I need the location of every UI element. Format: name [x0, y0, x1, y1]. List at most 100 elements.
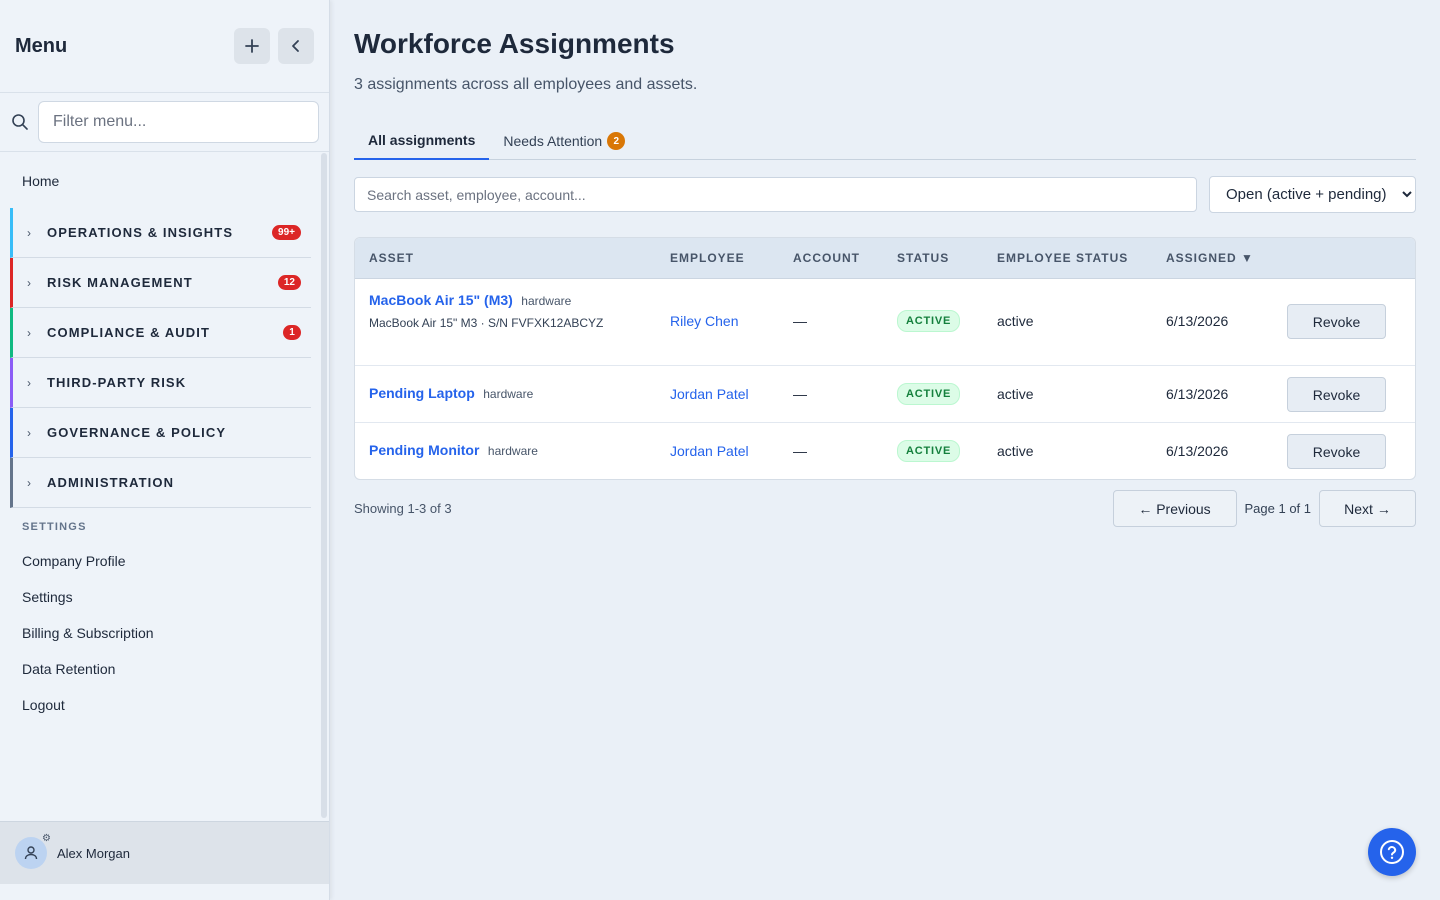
tab-bar: All assignments Needs Attention 2 — [354, 122, 1416, 160]
sidebar-group-label: ADMINISTRATION — [47, 475, 175, 490]
revoke-button[interactable]: Revoke — [1287, 434, 1386, 469]
plus-icon — [245, 39, 259, 53]
column-header-assigned[interactable]: ASSIGNED ▼ — [1166, 251, 1254, 265]
next-page-button[interactable]: Next → — [1319, 490, 1416, 527]
tab-needs-attention[interactable]: Needs Attention 2 — [489, 122, 639, 160]
help-icon — [1380, 840, 1404, 864]
page-subtitle: 3 assignments across all employees and a… — [354, 76, 698, 93]
asset-type: hardware — [487, 444, 538, 458]
chevron-right-icon: › — [27, 275, 31, 290]
status-badge: ACTIVE — [897, 310, 961, 332]
search-icon — [10, 112, 30, 132]
column-header-asset[interactable]: ASSET — [369, 251, 414, 265]
column-header-status[interactable]: STATUS — [897, 251, 949, 265]
chevron-right-icon: › — [27, 425, 31, 440]
assigned-date-cell: 6/13/2026 — [1166, 386, 1229, 402]
employee-link[interactable]: Jordan Patel — [670, 443, 749, 459]
column-header-account[interactable]: ACCOUNT — [793, 251, 860, 265]
filter-menu-input[interactable] — [38, 101, 319, 143]
sidebar-title: Menu — [15, 34, 68, 57]
asset-cell: MacBook Air 15" (M3) hardware MacBook Ai… — [369, 292, 603, 330]
count-badge: 1 — [283, 325, 301, 340]
asset-link[interactable]: Pending Laptop — [369, 385, 475, 401]
pagination: ← Previous Page 1 of 1 Next → — [1112, 490, 1416, 527]
count-badge: 12 — [277, 275, 301, 290]
employee-status-cell: active — [997, 313, 1034, 329]
assignments-table: ASSET EMPLOYEE ACCOUNT STATUS EMPLOYEE S… — [354, 237, 1416, 480]
revoke-button[interactable]: Revoke — [1287, 377, 1386, 412]
column-header-employee-status[interactable]: EMPLOYEE STATUS — [997, 251, 1128, 265]
sidebar-group-label: COMPLIANCE & AUDIT — [47, 325, 211, 340]
employee-status-cell: active — [997, 443, 1034, 459]
chevron-right-icon: › — [27, 225, 31, 240]
sidebar-menu: Home › OPERATIONS & INSIGHTS 99+ › RISK … — [0, 153, 329, 820]
account-cell: — — [793, 386, 807, 402]
help-button[interactable] — [1368, 828, 1416, 876]
assigned-date-cell: 6/13/2026 — [1166, 313, 1229, 329]
asset-link[interactable]: Pending Monitor — [369, 442, 479, 458]
table-row: Pending Laptop hardware Jordan Patel — A… — [355, 366, 1415, 423]
status-badge: ACTIVE — [897, 383, 961, 405]
chevron-right-icon: › — [27, 375, 31, 390]
employee-status-cell: active — [997, 386, 1034, 402]
previous-page-button[interactable]: ← Previous — [1112, 490, 1237, 527]
chevron-left-icon — [292, 40, 299, 52]
attention-count-badge: 2 — [607, 132, 626, 150]
collapse-sidebar-button[interactable] — [278, 28, 314, 64]
user-name: Alex Morgan — [57, 845, 130, 861]
table-row: MacBook Air 15" (M3) hardware MacBook Ai… — [355, 279, 1415, 366]
sidebar-item-company-profile[interactable]: Company Profile — [0, 543, 329, 579]
employee-link[interactable]: Jordan Patel — [670, 386, 749, 402]
pagination-summary: Showing 1-3 of 3 — [354, 501, 452, 516]
page-title: Workforce Assignments — [354, 28, 675, 59]
assigned-date-cell: 6/13/2026 — [1166, 443, 1229, 459]
chevron-right-icon: › — [27, 475, 31, 490]
asset-type: hardware — [521, 294, 572, 308]
sidebar-group-risk-management[interactable]: › RISK MANAGEMENT 12 — [10, 258, 311, 308]
account-cell: — — [793, 313, 807, 329]
tab-label: All assignments — [368, 132, 476, 148]
sidebar-group-label: RISK MANAGEMENT — [47, 275, 193, 290]
page-info: Page 1 of 1 — [1244, 501, 1312, 516]
user-profile[interactable]: ⚙ Alex Morgan — [0, 821, 329, 884]
sidebar-group-label: GOVERNANCE & POLICY — [47, 425, 227, 440]
chevron-right-icon: › — [27, 325, 31, 340]
sidebar-group-governance-policy[interactable]: › GOVERNANCE & POLICY — [10, 408, 311, 458]
asset-detail: MacBook Air 15" M3 · S/N FVFXK12ABCYZ — [369, 316, 604, 330]
table-row: Pending Monitor hardware Jordan Patel — … — [355, 423, 1415, 479]
table-header: ASSET EMPLOYEE ACCOUNT STATUS EMPLOYEE S… — [355, 238, 1415, 279]
search-input[interactable] — [354, 177, 1197, 212]
sidebar-group-administration[interactable]: › ADMINISTRATION — [10, 458, 311, 508]
column-header-employee[interactable]: EMPLOYEE — [670, 251, 745, 265]
sidebar-item-billing[interactable]: Billing & Subscription — [0, 615, 329, 651]
asset-link[interactable]: MacBook Air 15" (M3) — [369, 292, 513, 308]
tab-label: Needs Attention — [503, 133, 603, 149]
sidebar-header: Menu — [0, 0, 329, 93]
sidebar-group-label: THIRD-PARTY RISK — [47, 375, 187, 390]
asset-type: hardware — [483, 387, 534, 401]
asset-cell: Pending Laptop hardware — [369, 385, 533, 403]
revoke-button[interactable]: Revoke — [1287, 304, 1386, 339]
status-badge: ACTIVE — [897, 440, 961, 462]
asset-cell: Pending Monitor hardware — [369, 442, 538, 460]
sidebar-item-settings[interactable]: Settings — [0, 579, 329, 615]
sidebar-group-compliance-audit[interactable]: › COMPLIANCE & AUDIT 1 — [10, 308, 311, 358]
sidebar: Menu Home › OPERATIONS & INSIGHTS 99+ › … — [0, 0, 330, 900]
status-filter-select[interactable]: Open (active + pending) — [1209, 176, 1416, 213]
gear-icon: ⚙ — [42, 833, 51, 844]
account-cell: — — [793, 443, 807, 459]
add-button[interactable] — [234, 28, 270, 64]
tab-all-assignments[interactable]: All assignments — [354, 122, 490, 160]
sidebar-item-home[interactable]: Home — [0, 153, 329, 208]
sidebar-group-label: OPERATIONS & INSIGHTS — [47, 225, 234, 240]
sidebar-group-third-party-risk[interactable]: › THIRD-PARTY RISK — [10, 358, 311, 408]
settings-section-heading: SETTINGS — [22, 521, 87, 533]
sidebar-filter — [0, 93, 329, 152]
sidebar-item-logout[interactable]: Logout — [0, 687, 329, 723]
sidebar-group-operations-insights[interactable]: › OPERATIONS & INSIGHTS 99+ — [10, 208, 311, 258]
count-badge: 99+ — [272, 225, 301, 240]
avatar: ⚙ — [15, 833, 51, 869]
user-icon — [24, 846, 38, 860]
sidebar-item-data-retention[interactable]: Data Retention — [0, 651, 329, 687]
employee-link[interactable]: Riley Chen — [670, 313, 738, 329]
